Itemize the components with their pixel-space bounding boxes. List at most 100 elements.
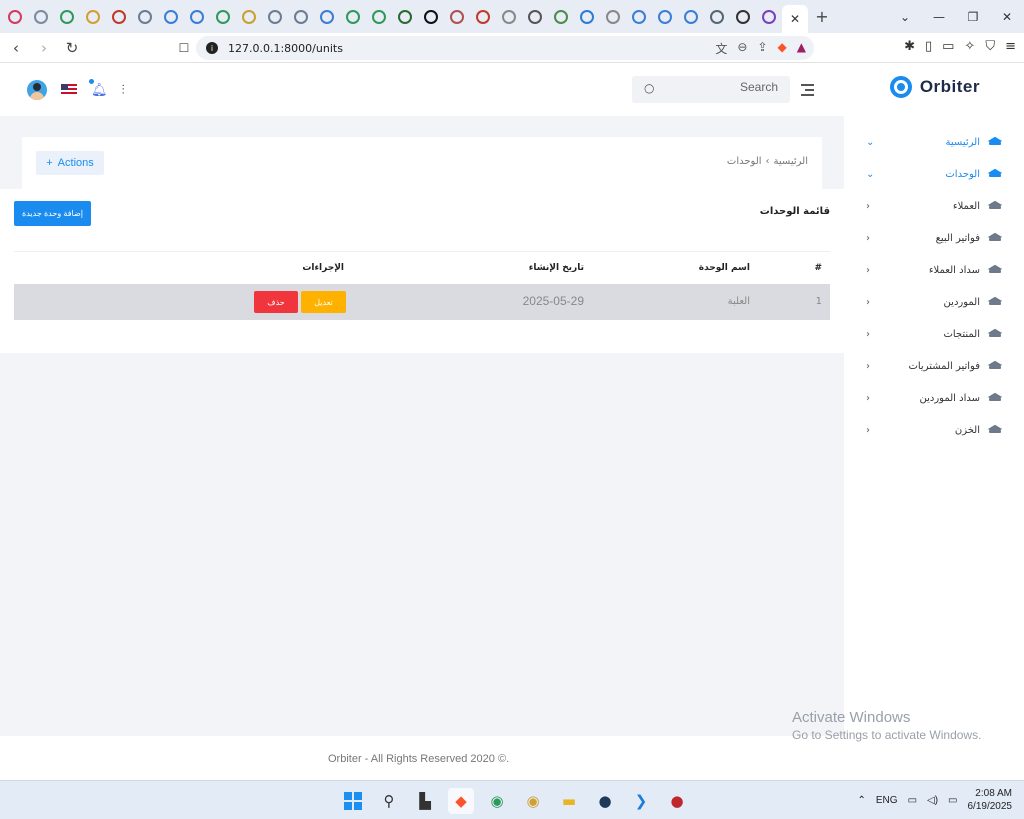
new-tab-button[interactable]: + (808, 7, 836, 26)
breadcrumb-home[interactable]: الرئيسية (774, 156, 808, 167)
site-info-icon[interactable]: i (206, 42, 218, 54)
brand[interactable]: Orbiter (889, 76, 980, 98)
browser-tab[interactable] (600, 4, 626, 30)
bell-icon[interactable]: 🔔︎ (89, 78, 108, 98)
restore-icon[interactable]: ❐ (956, 0, 990, 33)
brave-browser-icon[interactable]: ◆ (448, 788, 474, 814)
chevron-right-icon: › (866, 392, 870, 404)
chrome-profile-icon[interactable]: ◉ (520, 788, 546, 814)
browser-tab[interactable] (340, 4, 366, 30)
file-explorer-icon[interactable]: ▬ (556, 788, 582, 814)
browser-tab[interactable] (470, 4, 496, 30)
add-unit-button[interactable]: إضافة وحدة جديدة (14, 201, 91, 226)
sidebar-item[interactable]: ⌄ الوحدات (844, 158, 1024, 190)
browser-tab[interactable] (652, 4, 678, 30)
language-indicator[interactable]: ENG (876, 795, 898, 806)
delete-button[interactable]: حذف (254, 291, 298, 313)
sidebar-item[interactable]: › الخزن (844, 414, 1024, 446)
vpn-icon[interactable]: ⛉ (985, 39, 995, 54)
extensions-icon[interactable]: ✱ (904, 39, 915, 54)
search-taskbar-icon[interactable]: ⚲ (376, 788, 402, 814)
tab-favicon-icon (268, 9, 282, 24)
sidebar-item[interactable]: › سداد الموردين (844, 382, 1024, 414)
chrome-icon[interactable]: ◉ (484, 788, 510, 814)
system-tray: ⌃ ENG ▭ ◁) ▭ 2:08 AM 6/19/2025 (858, 787, 1013, 813)
sidebar-toggle-icon[interactable]: ▯ (925, 39, 932, 54)
brave-shields-icon[interactable]: ◆ (778, 40, 787, 57)
sidebar-item[interactable]: › فواتير البيع (844, 222, 1024, 254)
browser-tab[interactable] (678, 4, 704, 30)
sidebar-item[interactable]: › فواتير المشتريات (844, 350, 1024, 382)
avatar[interactable] (27, 80, 47, 100)
list-title: قائمة الوحدات (759, 206, 830, 217)
app-c-icon[interactable]: ● (592, 788, 618, 814)
sidebar-item[interactable]: › الموردين (844, 286, 1024, 318)
start-icon[interactable] (340, 788, 366, 814)
app-red-icon[interactable]: ● (664, 788, 690, 814)
browser-tab[interactable] (236, 4, 262, 30)
active-tab[interactable]: ✕ (782, 4, 808, 33)
bookmark-icon[interactable]: ☐ (172, 36, 196, 60)
browser-tab[interactable] (28, 4, 54, 30)
menu-icon[interactable]: ≡ (1005, 39, 1016, 54)
browser-tab[interactable] (522, 4, 548, 30)
share-icon[interactable]: ⇪ (757, 40, 767, 57)
sidebar-item[interactable]: › سداد العملاء (844, 254, 1024, 286)
network-icon[interactable]: ▭ (908, 795, 917, 806)
forward-icon[interactable]: › (32, 36, 56, 60)
sidebar-item[interactable]: › العملاء (844, 190, 1024, 222)
address-bar[interactable]: i 127.0.0.1:8000/units 文 ⊖ ⇪ ◆ ▲ (196, 36, 814, 60)
browser-tab[interactable] (262, 4, 288, 30)
back-icon[interactable]: ‹ (4, 36, 28, 60)
minimize-icon[interactable]: — (922, 0, 956, 33)
browser-tab[interactable] (730, 4, 756, 30)
close-window-icon[interactable]: ✕ (990, 0, 1024, 33)
browser-tab[interactable] (314, 4, 340, 30)
settings-sliders-icon[interactable]: ⫶ (122, 83, 125, 98)
browser-tab[interactable] (548, 4, 574, 30)
brave-rewards-icon[interactable]: ▲ (797, 40, 806, 57)
task-view-icon[interactable]: ▙ (412, 788, 438, 814)
reload-icon[interactable]: ↻ (60, 36, 84, 60)
browser-tab[interactable] (2, 4, 28, 30)
tab-favicon-icon (528, 9, 542, 24)
browser-tab[interactable] (80, 4, 106, 30)
clock[interactable]: 2:08 AM 6/19/2025 (968, 787, 1013, 813)
actions-button[interactable]: + Actions (36, 151, 104, 175)
close-tab-icon[interactable]: ✕ (790, 12, 800, 26)
search-input[interactable] (668, 80, 778, 94)
browser-tab[interactable] (496, 4, 522, 30)
browser-tab[interactable] (158, 4, 184, 30)
tray-chevron-icon[interactable]: ⌃ (858, 795, 866, 806)
browser-tab[interactable] (418, 4, 444, 30)
battery-icon[interactable]: ▭ (948, 795, 957, 806)
zoom-icon[interactable]: ⊖ (737, 40, 747, 57)
browser-tab[interactable] (392, 4, 418, 30)
tab-favicon-icon (424, 9, 438, 24)
wallet-icon[interactable]: ▭ (942, 39, 954, 54)
leo-ai-icon[interactable]: ✧ (964, 39, 975, 54)
sidebar-item[interactable]: › المنتجات (844, 318, 1024, 350)
browser-tab[interactable] (288, 4, 314, 30)
brand-logo-icon (889, 76, 912, 98)
browser-tab-strip: ✕ + ⌄ — ❐ ✕ (0, 0, 1024, 33)
browser-tab[interactable] (210, 4, 236, 30)
tab-search-icon[interactable]: ⌄ (888, 0, 922, 33)
edit-button[interactable]: تعديل (301, 291, 346, 313)
browser-tab[interactable] (184, 4, 210, 30)
browser-tab[interactable] (54, 4, 80, 30)
browser-tab[interactable] (756, 4, 782, 30)
browser-tab[interactable] (132, 4, 158, 30)
browser-tab[interactable] (444, 4, 470, 30)
browser-tab[interactable] (574, 4, 600, 30)
browser-tab[interactable] (366, 4, 392, 30)
sidebar-item[interactable]: ⌄ الرئيسية (844, 126, 1024, 158)
translate-icon[interactable]: 文 (715, 40, 727, 57)
vscode-icon[interactable]: ❯ (628, 788, 654, 814)
hamburger-menu-icon[interactable] (801, 84, 814, 99)
browser-tab[interactable] (626, 4, 652, 30)
browser-tab[interactable] (106, 4, 132, 30)
browser-tab[interactable] (704, 4, 730, 30)
volume-icon[interactable]: ◁) (927, 795, 938, 806)
us-flag-icon[interactable] (61, 84, 77, 96)
